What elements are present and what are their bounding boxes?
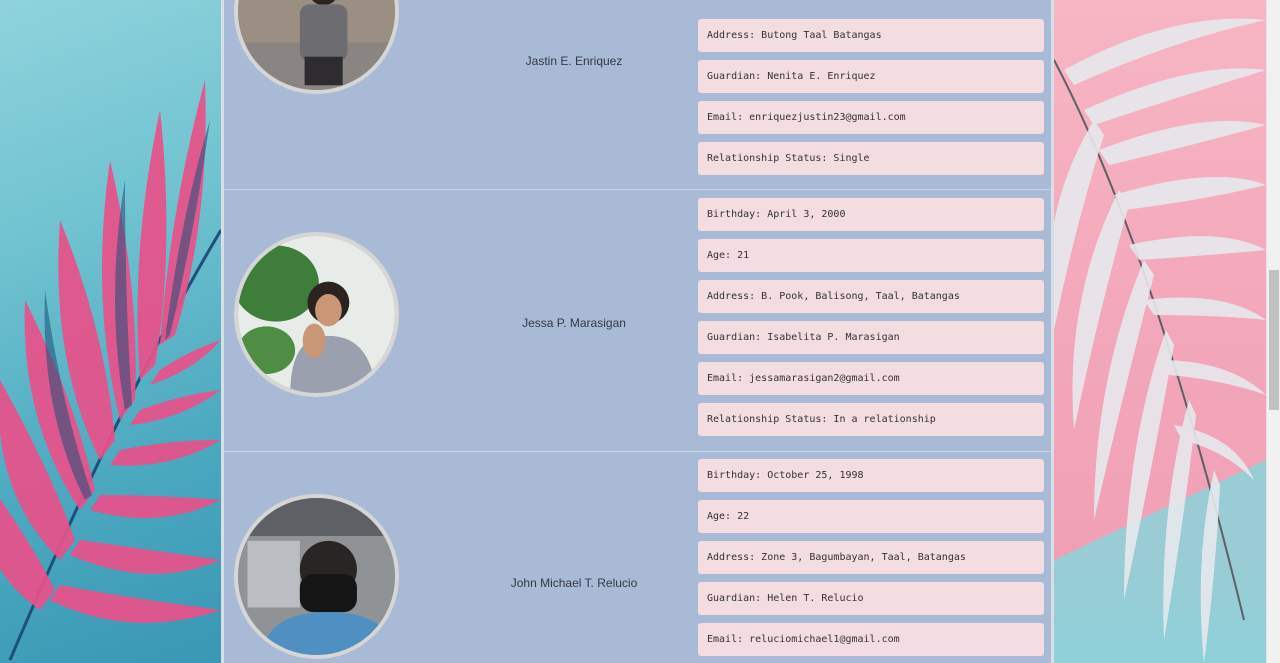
profile-field-birthday: Birthday: April 3, 2000 — [698, 198, 1044, 231]
profile-field-birthday: Birthday: October 25, 1998 — [698, 459, 1044, 492]
profile-field-age: Age: 21 — [698, 239, 1044, 272]
profile-field-guardian: Guardian: Isabelita P. Marasigan — [698, 321, 1044, 354]
vertical-scrollbar[interactable] — [1266, 0, 1280, 663]
profile-photo — [234, 494, 399, 659]
profile-field-address: Address: B. Pook, Balisong, Taal, Batang… — [698, 280, 1044, 313]
left-decorative-panel — [0, 0, 221, 663]
profile-field-age: Age: 22 — [698, 500, 1044, 533]
palm-leaf-illustration — [0, 80, 221, 661]
profile-field-email: Email: reluciomichael1@gmail.com — [698, 623, 1044, 656]
profile-record: Jastin E. Enriquez Address: Butong Taal … — [224, 0, 1051, 190]
profile-record: Jessa P. Marasigan Birthday: April 3, 20… — [224, 190, 1051, 452]
profile-photo — [234, 0, 399, 94]
scrollbar-thumb[interactable] — [1269, 270, 1279, 410]
right-decorative-panel — [1054, 0, 1266, 663]
profile-field-address: Address: Butong Taal Batangas — [698, 19, 1044, 52]
profile-name: John Michael T. Relucio — [510, 576, 638, 590]
profile-field-email: Email: jessamarasigan2@gmail.com — [698, 362, 1044, 395]
profile-record: John Michael T. Relucio Birthday: Octobe… — [224, 452, 1051, 663]
profile-field-relationship: Relationship Status: Single — [698, 142, 1044, 175]
profiles-panel: Jastin E. Enriquez Address: Butong Taal … — [221, 0, 1054, 663]
profile-field-email: Email: enriquezjustin23@gmail.com — [698, 101, 1044, 134]
profile-field-address: Address: Zone 3, Bagumbayan, Taal, Batan… — [698, 541, 1044, 574]
profile-name: Jastin E. Enriquez — [525, 54, 623, 68]
profile-photo — [234, 232, 399, 397]
profile-field-guardian: Guardian: Helen T. Relucio — [698, 582, 1044, 615]
profile-name: Jessa P. Marasigan — [522, 316, 626, 330]
profile-field-relationship: Relationship Status: In a relationship — [698, 403, 1044, 436]
profile-field-guardian: Guardian: Nenita E. Enriquez — [698, 60, 1044, 93]
palm-leaf-illustration — [1054, 18, 1266, 663]
